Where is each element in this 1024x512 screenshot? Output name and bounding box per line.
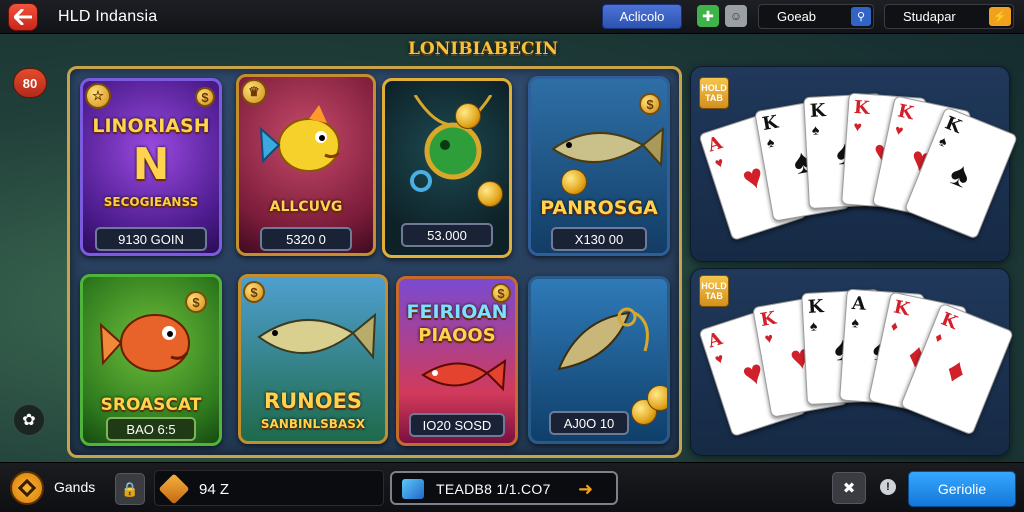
card-panel[interactable]: HOLD TAB A ♥ ♥ K ♠ ♠ K ♠ ♠ K ♥ ♥ K ♥ ♥ K… [690, 66, 1019, 262]
game-tile[interactable]: 53.000 [382, 78, 512, 258]
game-subtitle: ALLCUVG [269, 199, 343, 215]
continue-button[interactable]: Geriolie [908, 471, 1016, 507]
game-title: FEIRIOAN [406, 301, 508, 323]
avatar[interactable]: ☺ [725, 5, 747, 27]
location-value: Studapar [903, 9, 956, 24]
card-rank: K [758, 307, 778, 332]
game-price: BAO 6:5 [106, 417, 196, 441]
coin-icon: $ [491, 283, 511, 303]
fish-icon [421, 359, 507, 392]
arrow-right-icon: ➜ [578, 479, 594, 499]
promo-button[interactable]: TEADB8 1/1.CO7 ➜ [390, 471, 618, 505]
fish-icon [99, 314, 190, 372]
fish-icon [557, 307, 649, 371]
game-subtitle: PANROSGA [540, 197, 658, 219]
home-button[interactable] [10, 471, 44, 505]
primary-button[interactable]: Aclicolo [602, 4, 682, 29]
gift-icon [402, 479, 424, 499]
coin-icon [561, 169, 587, 195]
game-subtitle: SECOGIEANSS [103, 195, 199, 209]
game-price: 5320 0 [260, 227, 352, 251]
card-rank: A [705, 328, 726, 353]
search-value: Goeab [777, 9, 817, 24]
card-panel[interactable]: HOLD TAB A ♥ ♥ K ♥ ♥ K ♠ ♠ A ♠ ♠ K ♦ ♦ K… [690, 268, 1015, 456]
hold-chip[interactable]: HOLD TAB [699, 275, 729, 307]
plus-icon: ✚ [702, 7, 714, 24]
game-tile[interactable]: $ RUNOES SANBINLSBASX [238, 274, 388, 444]
promo-text: TEADB8 1/1.CO7 [436, 481, 551, 497]
game-subtitle: SANBINLSBASX [260, 417, 366, 431]
card-pip: ♦ [941, 350, 972, 392]
game-title: RUNOES [263, 389, 363, 413]
lobby-banner: LONIBIABECIN [407, 39, 559, 59]
game-tile[interactable]: AJ0O 10 [528, 276, 670, 444]
card-rank: K [807, 296, 825, 318]
user-icon: ☺ [729, 9, 743, 23]
lock-icon: 🔒 [121, 480, 139, 497]
game-price: X130 00 [551, 227, 647, 251]
add-button[interactable]: ✚ [697, 5, 719, 27]
wallet-balance: 94 Z [199, 481, 230, 498]
game-title-mid: PIAOOS [418, 325, 496, 346]
footer-label: Gands [54, 479, 96, 495]
refresh-button[interactable]: ✿ [13, 404, 45, 436]
game-tile[interactable]: ☆ $ LINORIASH N SECOGIEANSS 9130 GOIN [80, 78, 222, 256]
side-badge[interactable]: 80 [13, 68, 47, 98]
game-tile[interactable]: $ PANROSGA X130 00 [528, 76, 670, 256]
fish-icon [257, 312, 377, 360]
coin-icon: $ [195, 87, 215, 107]
game-price: AJ0O 10 [549, 411, 629, 435]
card-rank: K [760, 111, 780, 136]
card-rank: K [853, 96, 871, 120]
coin-icon [477, 181, 503, 207]
refresh-icon: ✿ [22, 412, 36, 429]
card-rank: K [809, 100, 827, 122]
game-price: 53.000 [401, 223, 493, 247]
wrench-icon: ✖ [842, 480, 856, 497]
lock-button[interactable]: 🔒 [115, 473, 145, 505]
game-tile[interactable]: ♛ ALLCUVG 5320 0 [236, 74, 376, 256]
search-field[interactable]: Goeab ⚲ [758, 4, 874, 29]
game-tile[interactable]: $ SROASCAT BAO 6:5 [80, 274, 222, 446]
back-button[interactable] [8, 3, 38, 31]
coin-icon: $ [243, 281, 265, 303]
top-bar: HLD Indansia Aclicolo ✚ ☺ Goeab ⚲ Studap… [0, 0, 1024, 34]
search-icon[interactable]: ⚲ [851, 7, 871, 26]
coin-icon [647, 385, 667, 411]
game-title-mid: N [132, 139, 170, 190]
info-icon[interactable]: ! [880, 479, 896, 495]
app-title: HLD Indansia [58, 8, 158, 25]
lightning-icon[interactable]: ⚡ [989, 7, 1011, 26]
coin-icon: $ [639, 93, 661, 115]
diamond-icon [18, 479, 36, 497]
wallet[interactable]: 94 Z [154, 470, 384, 506]
arrow-left-icon [14, 9, 32, 25]
star-icon: ☆ [85, 83, 111, 109]
card-rank: A [851, 292, 867, 315]
hold-chip[interactable]: HOLD TAB [699, 77, 729, 109]
game-subtitle: SROASCAT [100, 395, 202, 415]
card-pip: ♠ [944, 153, 976, 196]
game-price: 9130 GOIN [95, 227, 207, 251]
gem-icon [158, 473, 190, 505]
game-price: IO20 SOSD [409, 413, 505, 437]
card-rank: A [705, 132, 726, 157]
game-title: LINORIASH [92, 115, 210, 137]
tools-button[interactable]: ✖ [832, 472, 866, 504]
game-tile[interactable]: $ FEIRIOAN PIAOOS IO20 SOSD [396, 276, 518, 446]
coin-icon [455, 103, 481, 129]
fish-icon [259, 105, 341, 172]
bottom-bar: Gands 🔒 94 Z TEADB8 1/1.CO7 ➜ ✖ ! Geriol… [0, 462, 1024, 512]
location-field[interactable]: Studapar ⚡ [884, 4, 1014, 29]
